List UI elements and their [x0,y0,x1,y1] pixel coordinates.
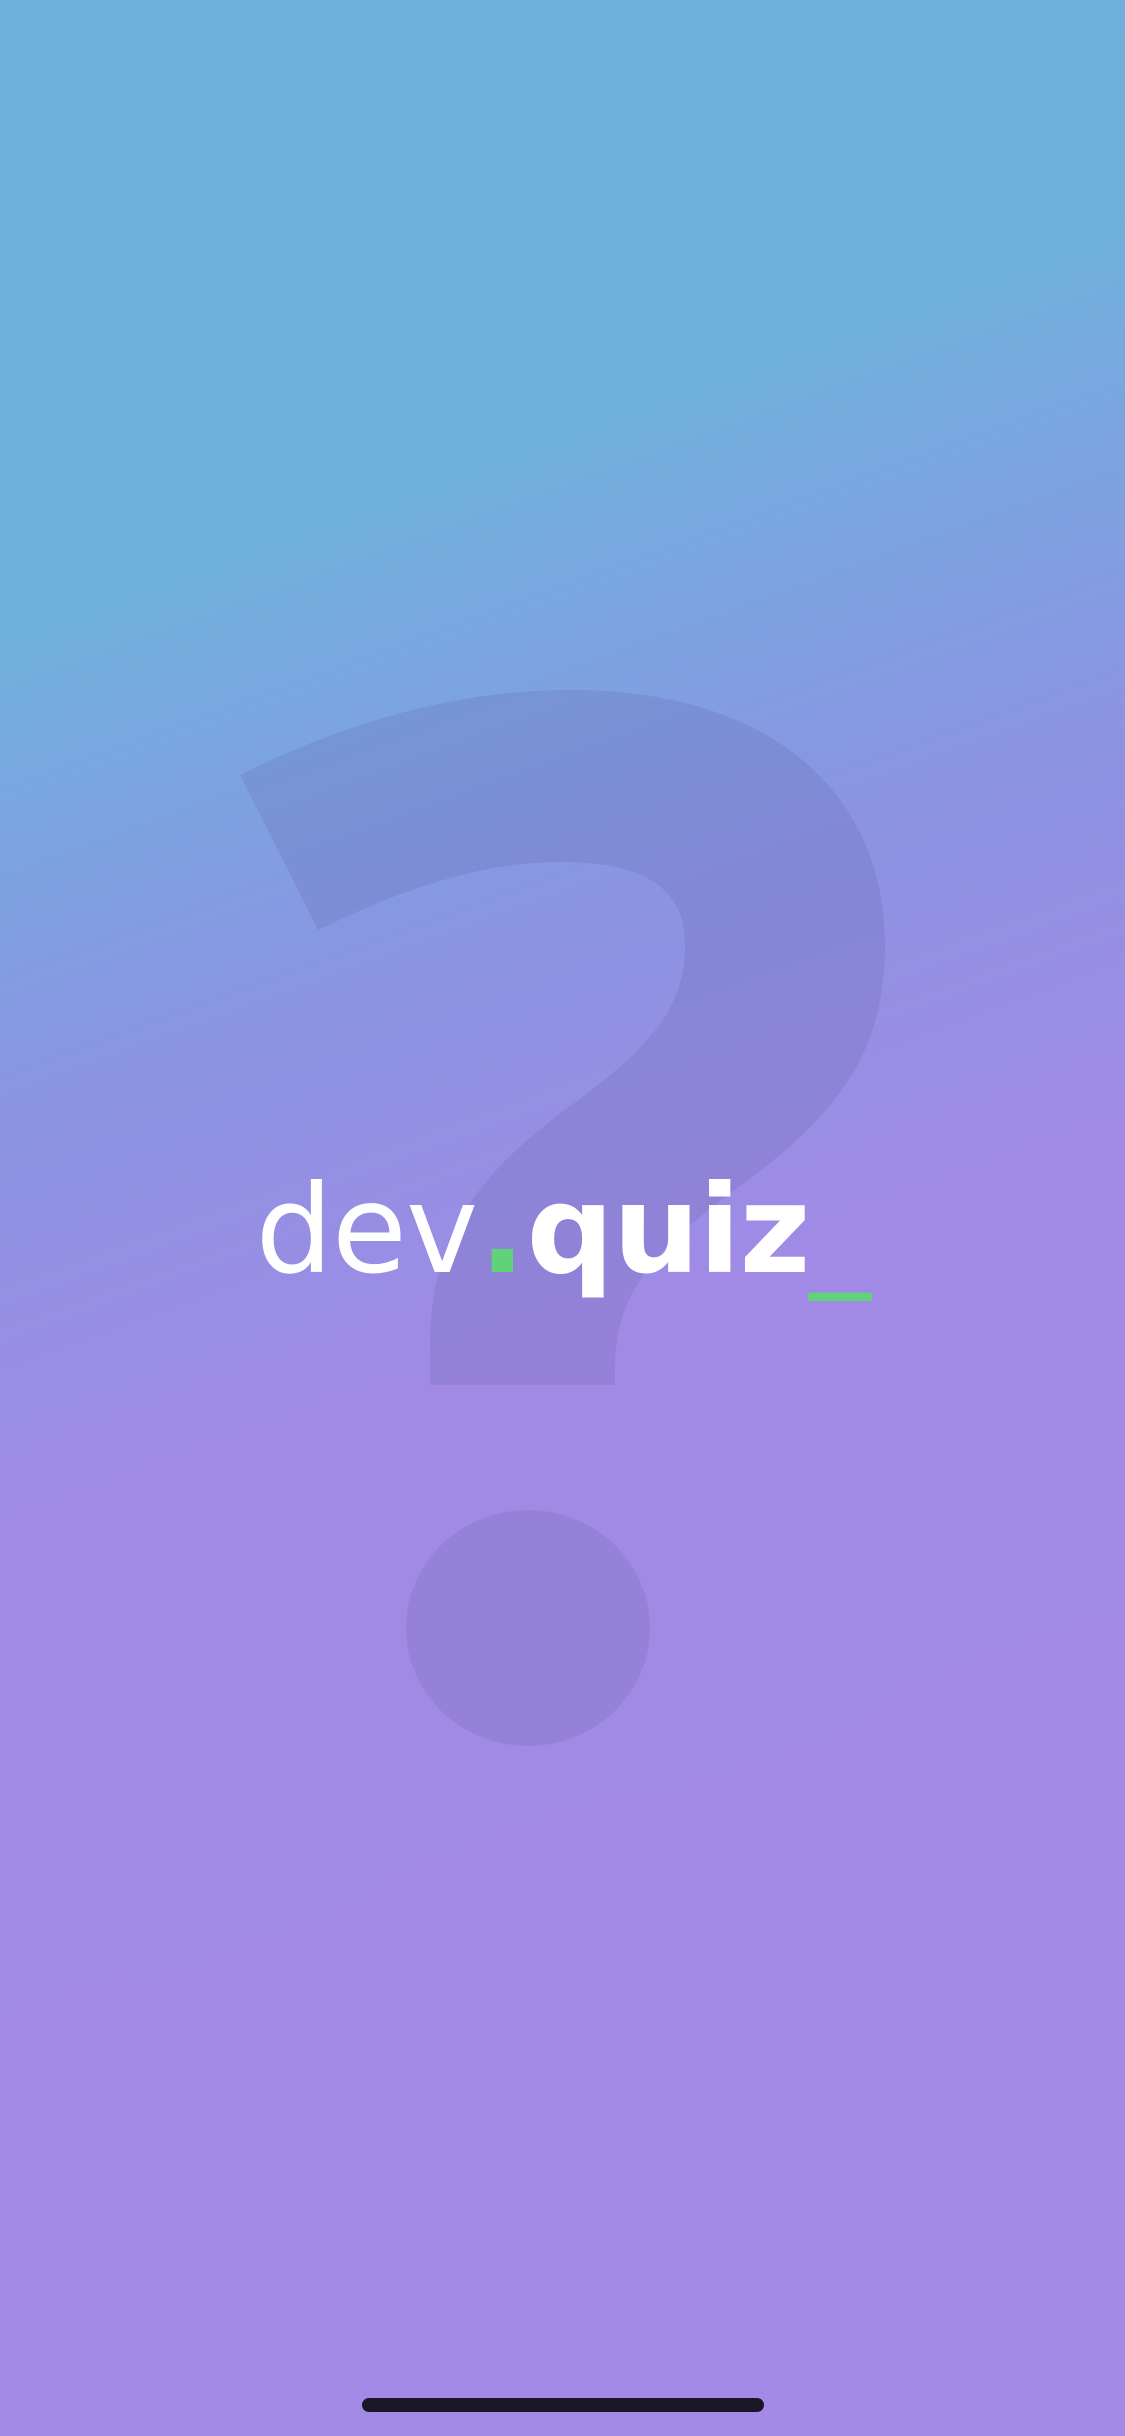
logo-cursor: _ [809,1159,871,1301]
logo-quiz-text: quiz [526,1159,811,1301]
app-logo: dev.quiz_ [0,1140,1125,1320]
splash-screen: dev.quiz_ [0,0,1125,2436]
logo-dev-text: dev [255,1159,478,1301]
home-indicator[interactable] [362,2398,764,2412]
logo-dot: . [479,1159,525,1301]
